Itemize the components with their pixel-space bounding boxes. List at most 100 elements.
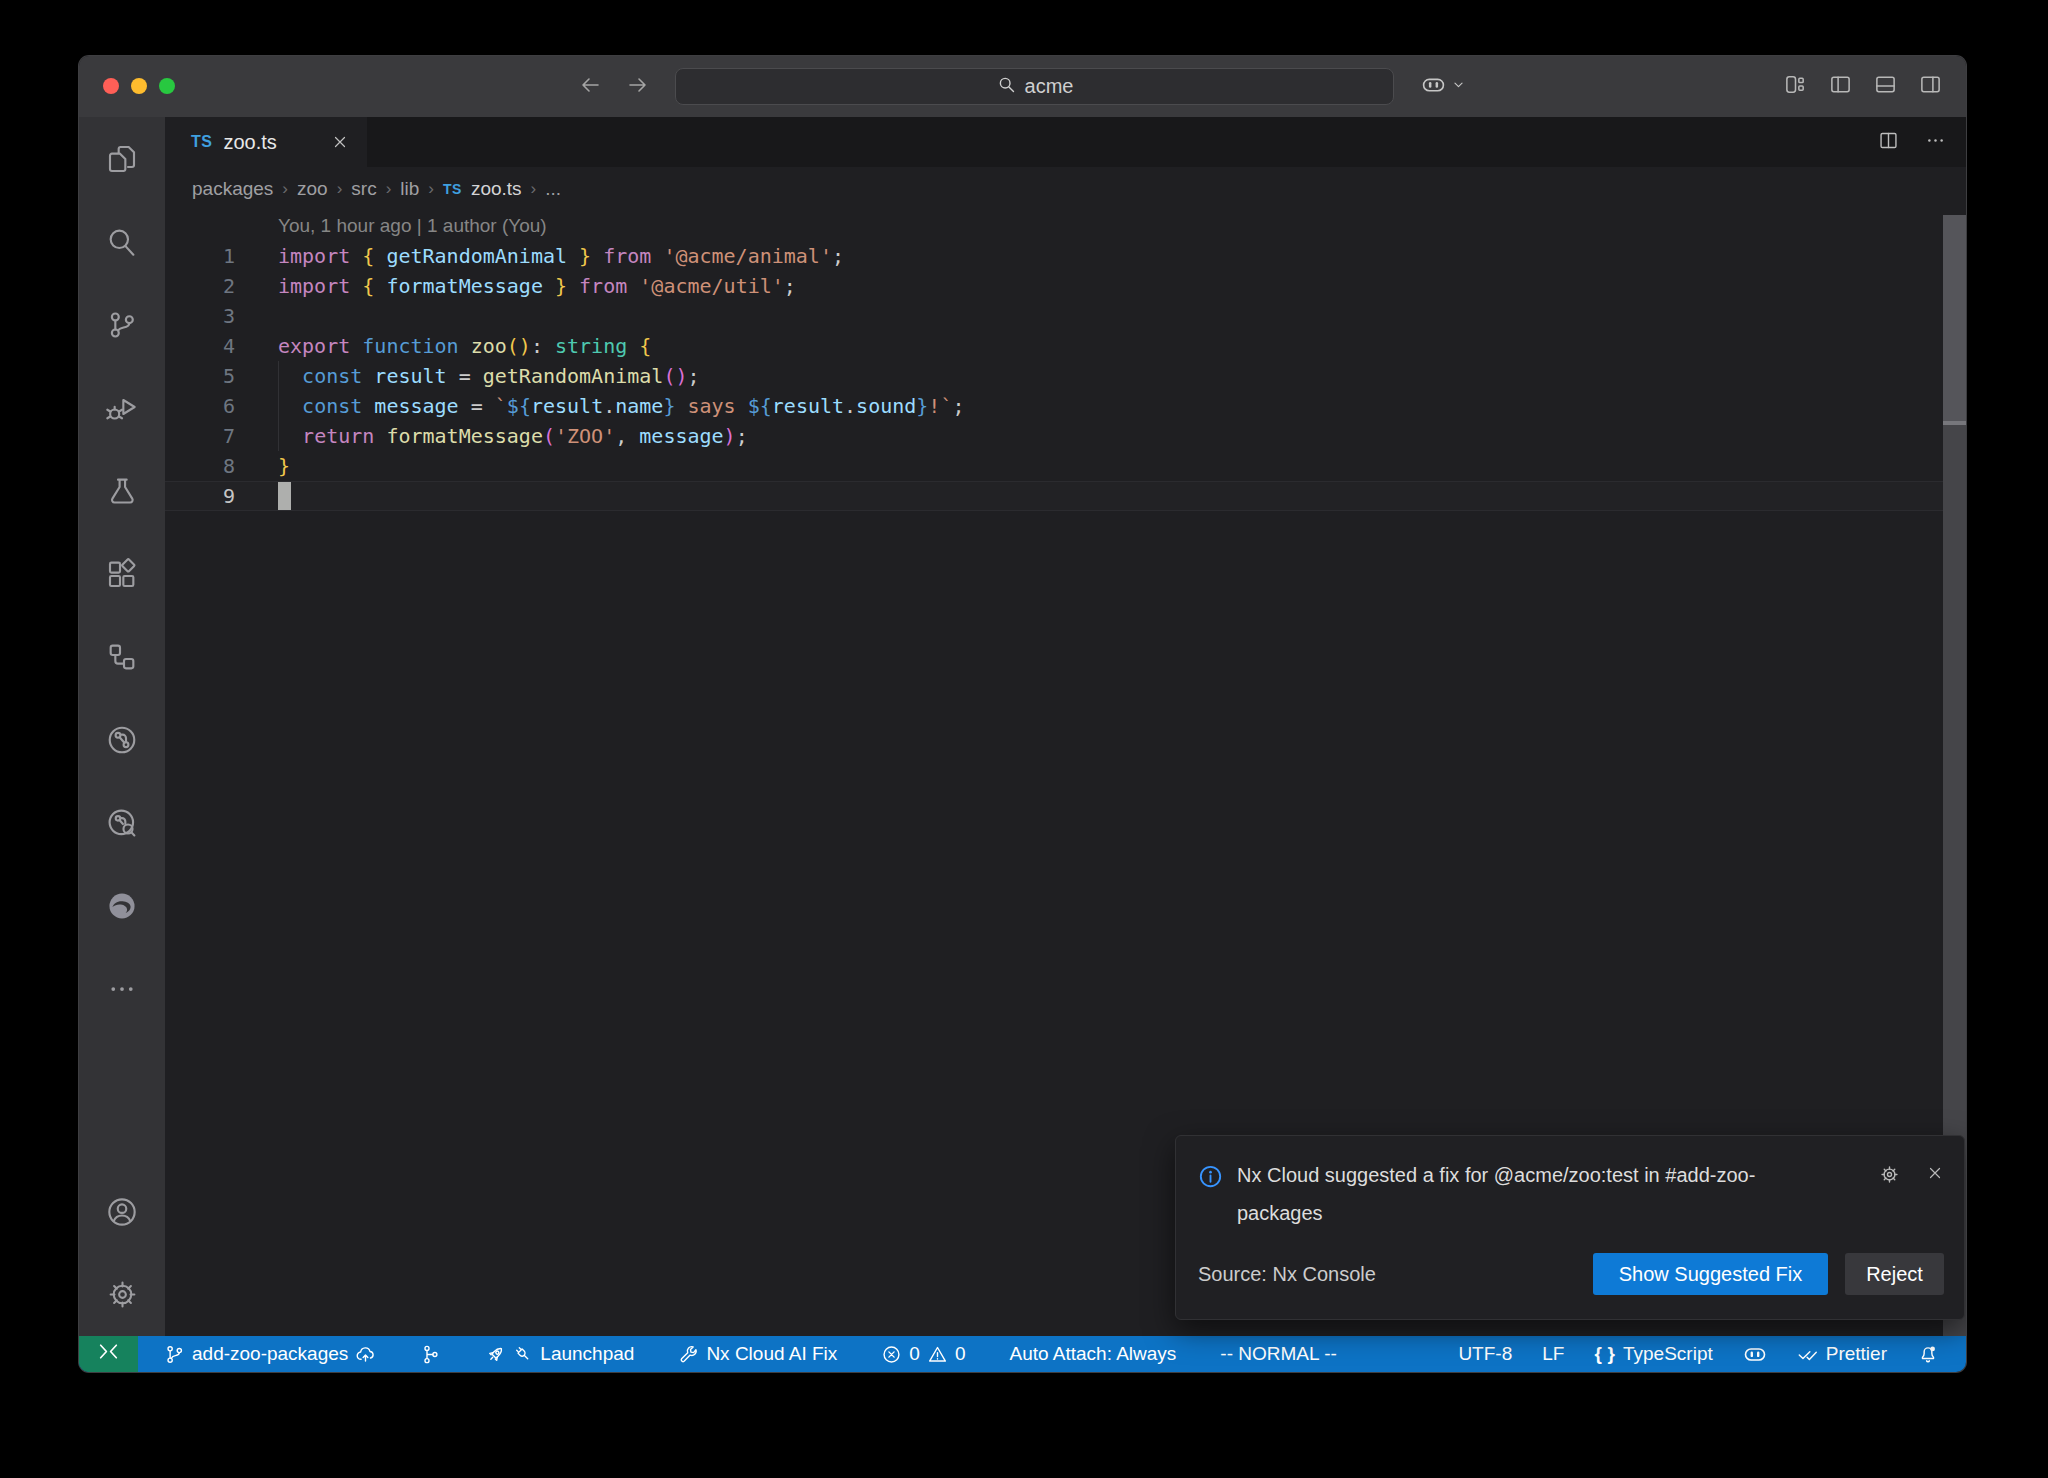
line-number: 4 <box>165 331 235 361</box>
search-icon[interactable] <box>79 200 165 283</box>
breadcrumb-item[interactable]: packages <box>192 178 273 200</box>
status-bar: add-zoo-packages Launchpad Nx Cloud AI Fix… <box>79 1336 1966 1372</box>
status-label: Prettier <box>1826 1343 1887 1365</box>
status-vim-mode[interactable]: -- NORMAL -- <box>1198 1336 1358 1372</box>
breadcrumb-file[interactable]: zoo.ts <box>471 178 522 200</box>
code-line-3: 3 <box>165 301 1966 331</box>
code-line-6: 6 const message = `${result.name} says $… <box>165 391 1966 421</box>
line-number: 1 <box>165 241 235 271</box>
minimize-window-button[interactable] <box>131 78 147 94</box>
breadcrumb-separator: › <box>531 179 537 199</box>
code-line-8: 8} <box>165 451 1966 481</box>
nx-cloud-icon[interactable] <box>79 781 165 864</box>
status-copilot[interactable] <box>1728 1336 1782 1372</box>
toggle-sidebar-icon[interactable] <box>1829 73 1852 100</box>
extensions-icon[interactable] <box>79 532 165 615</box>
reject-button[interactable]: Reject <box>1845 1253 1944 1295</box>
status-nx-cloud-ai-fix[interactable]: Nx Cloud AI Fix <box>656 1336 859 1372</box>
more-icon[interactable] <box>79 947 165 1030</box>
forward-icon[interactable] <box>626 73 650 101</box>
remote-icon <box>96 1339 121 1369</box>
status-label: Launchpad <box>540 1343 634 1365</box>
nx-console-icon[interactable] <box>79 698 165 781</box>
explorer-icon[interactable] <box>79 117 165 200</box>
toggle-panel-icon[interactable] <box>1874 73 1897 100</box>
back-icon[interactable] <box>578 73 602 101</box>
references-icon[interactable] <box>79 615 165 698</box>
chevron-down-icon <box>1450 76 1467 97</box>
source-control-icon[interactable] <box>79 283 165 366</box>
typescript-file-icon: TS <box>443 181 462 197</box>
status-formatter[interactable]: Prettier <box>1782 1336 1902 1372</box>
run-debug-icon[interactable] <box>79 366 165 449</box>
more-actions-icon[interactable] <box>1925 130 1946 155</box>
notification-message: Nx Cloud suggested a fix for @acme/zoo:t… <box>1237 1156 1879 1232</box>
breadcrumb-symbol[interactable]: ... <box>545 178 561 200</box>
typescript-file-icon: TS <box>191 133 212 151</box>
status-label: 0 <box>955 1343 966 1365</box>
status-label: -- NORMAL -- <box>1220 1343 1336 1365</box>
editor-cursor <box>278 482 291 510</box>
status-launchpad[interactable]: Launchpad <box>463 1336 656 1372</box>
status-label: Auto Attach: Always <box>1009 1343 1176 1365</box>
status-notifications[interactable] <box>1902 1336 1954 1372</box>
close-window-button[interactable] <box>103 78 119 94</box>
tab-bar: TS zoo.ts <box>165 117 1966 167</box>
status-problems[interactable]: 00 <box>859 1336 987 1372</box>
status-label: Nx Cloud AI Fix <box>706 1343 837 1365</box>
status-encoding[interactable]: UTF-8 <box>1443 1336 1527 1372</box>
account-icon[interactable] <box>79 1170 165 1253</box>
line-number: 5 <box>165 361 235 391</box>
warning-icon <box>927 1344 948 1365</box>
testing-icon[interactable] <box>79 449 165 532</box>
braces-icon: { } <box>1594 1343 1616 1365</box>
maximize-window-button[interactable] <box>159 78 175 94</box>
notification-settings-icon[interactable] <box>1879 1164 1900 1232</box>
breadcrumb-item[interactable]: src <box>351 178 376 200</box>
split-editor-icon[interactable] <box>1878 130 1899 155</box>
remote-indicator[interactable] <box>79 1336 138 1372</box>
line-number: 8 <box>165 451 235 481</box>
status-auto-attach[interactable]: Auto Attach: Always <box>987 1336 1198 1372</box>
check-double-icon <box>1797 1343 1819 1365</box>
copilot-menu[interactable] <box>1421 56 1467 117</box>
rocket-icon <box>485 1344 506 1365</box>
edge-icon[interactable] <box>79 864 165 947</box>
command-center-search[interactable]: acme <box>675 68 1394 105</box>
status-label: TypeScript <box>1623 1343 1713 1365</box>
code-line-2: 2import { formatMessage } from '@acme/ut… <box>165 271 1966 301</box>
status-language[interactable]: { } TypeScript <box>1579 1336 1727 1372</box>
line-number: 3 <box>165 301 235 331</box>
breadcrumbs: packages›zoo›src›lib›TSzoo.ts›... <box>165 167 1966 211</box>
info-icon <box>1198 1156 1223 1232</box>
code-line-4: 4export function zoo(): string { <box>165 331 1966 361</box>
tab-label: zoo.ts <box>223 131 320 154</box>
notification-close-icon[interactable] <box>1926 1164 1944 1232</box>
settings-icon[interactable] <box>79 1253 165 1336</box>
toggle-secondary-sidebar-icon[interactable] <box>1919 73 1942 100</box>
status-project-graph[interactable] <box>398 1336 463 1372</box>
pipeline-icon <box>420 1344 441 1365</box>
status-label: 0 <box>909 1343 920 1365</box>
breadcrumb-item[interactable]: zoo <box>297 178 328 200</box>
status-label: UTF-8 <box>1458 1343 1512 1365</box>
close-tab-icon[interactable] <box>331 133 349 151</box>
copilot-icon <box>1743 1342 1767 1366</box>
tab-zoo-ts[interactable]: TS zoo.ts <box>165 117 367 167</box>
status-label: LF <box>1542 1343 1564 1365</box>
line-number: 2 <box>165 271 235 301</box>
status-label: add-zoo-packages <box>192 1343 348 1365</box>
error-icon <box>881 1344 902 1365</box>
line-number: 6 <box>165 391 235 421</box>
plug-icon <box>513 1344 533 1364</box>
breadcrumb-separator: › <box>386 179 392 199</box>
show-suggested-fix-button[interactable]: Show Suggested Fix <box>1593 1253 1828 1295</box>
breadcrumb-item[interactable]: lib <box>400 178 419 200</box>
code-line-1: 1import { getRandomAnimal } from '@acme/… <box>165 241 1966 271</box>
search-icon <box>996 74 1017 100</box>
customize-layout-icon[interactable] <box>1784 73 1807 100</box>
activity-bar <box>79 117 165 1336</box>
status-eol[interactable]: LF <box>1527 1336 1579 1372</box>
status-branch-status[interactable]: add-zoo-packages <box>142 1336 398 1372</box>
code-line-7: 7 return formatMessage('ZOO', message); <box>165 421 1966 451</box>
